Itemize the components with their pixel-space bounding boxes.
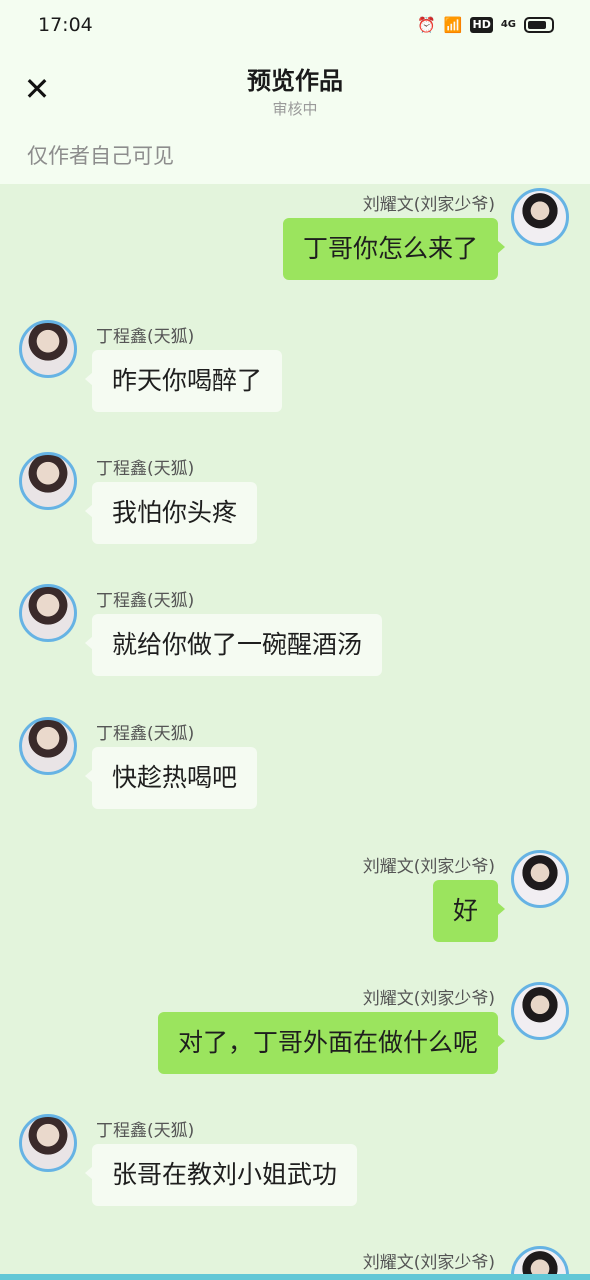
avatar[interactable] xyxy=(19,1114,77,1172)
sender-name: 刘耀文(刘家少爷) xyxy=(362,857,495,877)
page-title: 预览作品 xyxy=(247,67,343,95)
sender-name: 刘耀文(刘家少爷) xyxy=(362,195,495,215)
sender-name: 丁程鑫(天狐) xyxy=(96,1121,195,1141)
status-time: 17:04 xyxy=(38,14,93,36)
avatar[interactable] xyxy=(511,850,569,908)
wifi-icon: 📶 xyxy=(443,16,463,34)
message-bubble[interactable]: 快趁热喝吧 xyxy=(84,747,258,809)
avatar[interactable] xyxy=(19,584,77,642)
visibility-note: 仅作者自己可见 xyxy=(27,144,174,168)
hd-icon: HD xyxy=(470,17,493,33)
sender-name: 丁程鑫(天狐) xyxy=(96,724,195,744)
sender-name: 刘耀文(刘家少爷) xyxy=(362,1253,495,1273)
alarm-icon: ⏰ xyxy=(417,16,436,34)
sender-name: 丁程鑫(天狐) xyxy=(96,459,195,479)
status-icons: ⏰ 📶 HD 4G xyxy=(417,15,554,35)
status-bar: 17:04 ⏰ 📶 HD 4G xyxy=(0,0,590,52)
message-bubble[interactable]: 丁哥你怎么来了 xyxy=(282,218,506,280)
message-bubble[interactable]: 就给你做了一碗醒酒汤 xyxy=(84,614,383,676)
sender-name: 丁程鑫(天狐) xyxy=(96,327,195,347)
message-bubble[interactable]: 对了，丁哥外面在做什么呢 xyxy=(157,1012,506,1074)
review-status: 审核中 xyxy=(272,100,318,118)
message-bubble[interactable]: 好 xyxy=(432,880,506,942)
avatar[interactable] xyxy=(19,452,77,510)
message-bubble[interactable]: 我怕你头疼 xyxy=(84,482,258,544)
message-bubble[interactable]: 张哥在教刘小姐武功 xyxy=(84,1144,358,1206)
message-bubble[interactable]: 昨天你喝醉了 xyxy=(84,350,283,412)
sender-name: 丁程鑫(天狐) xyxy=(96,591,195,611)
4g-signal-icon: 4G xyxy=(500,19,516,30)
avatar[interactable] xyxy=(19,320,77,378)
avatar[interactable] xyxy=(19,717,77,775)
battery-icon xyxy=(524,17,554,33)
avatar[interactable] xyxy=(511,188,569,246)
avatar[interactable] xyxy=(511,982,569,1040)
header: ✕ 预览作品 审核中 xyxy=(0,52,590,132)
bottom-edge-bar xyxy=(0,1274,590,1280)
sender-name: 刘耀文(刘家少爷) xyxy=(362,989,495,1009)
chat-area[interactable]: 刘耀文(刘家少爷) 丁哥你怎么来了 丁程鑫(天狐) 昨天你喝醉了 丁程鑫(天狐)… xyxy=(0,184,590,1280)
